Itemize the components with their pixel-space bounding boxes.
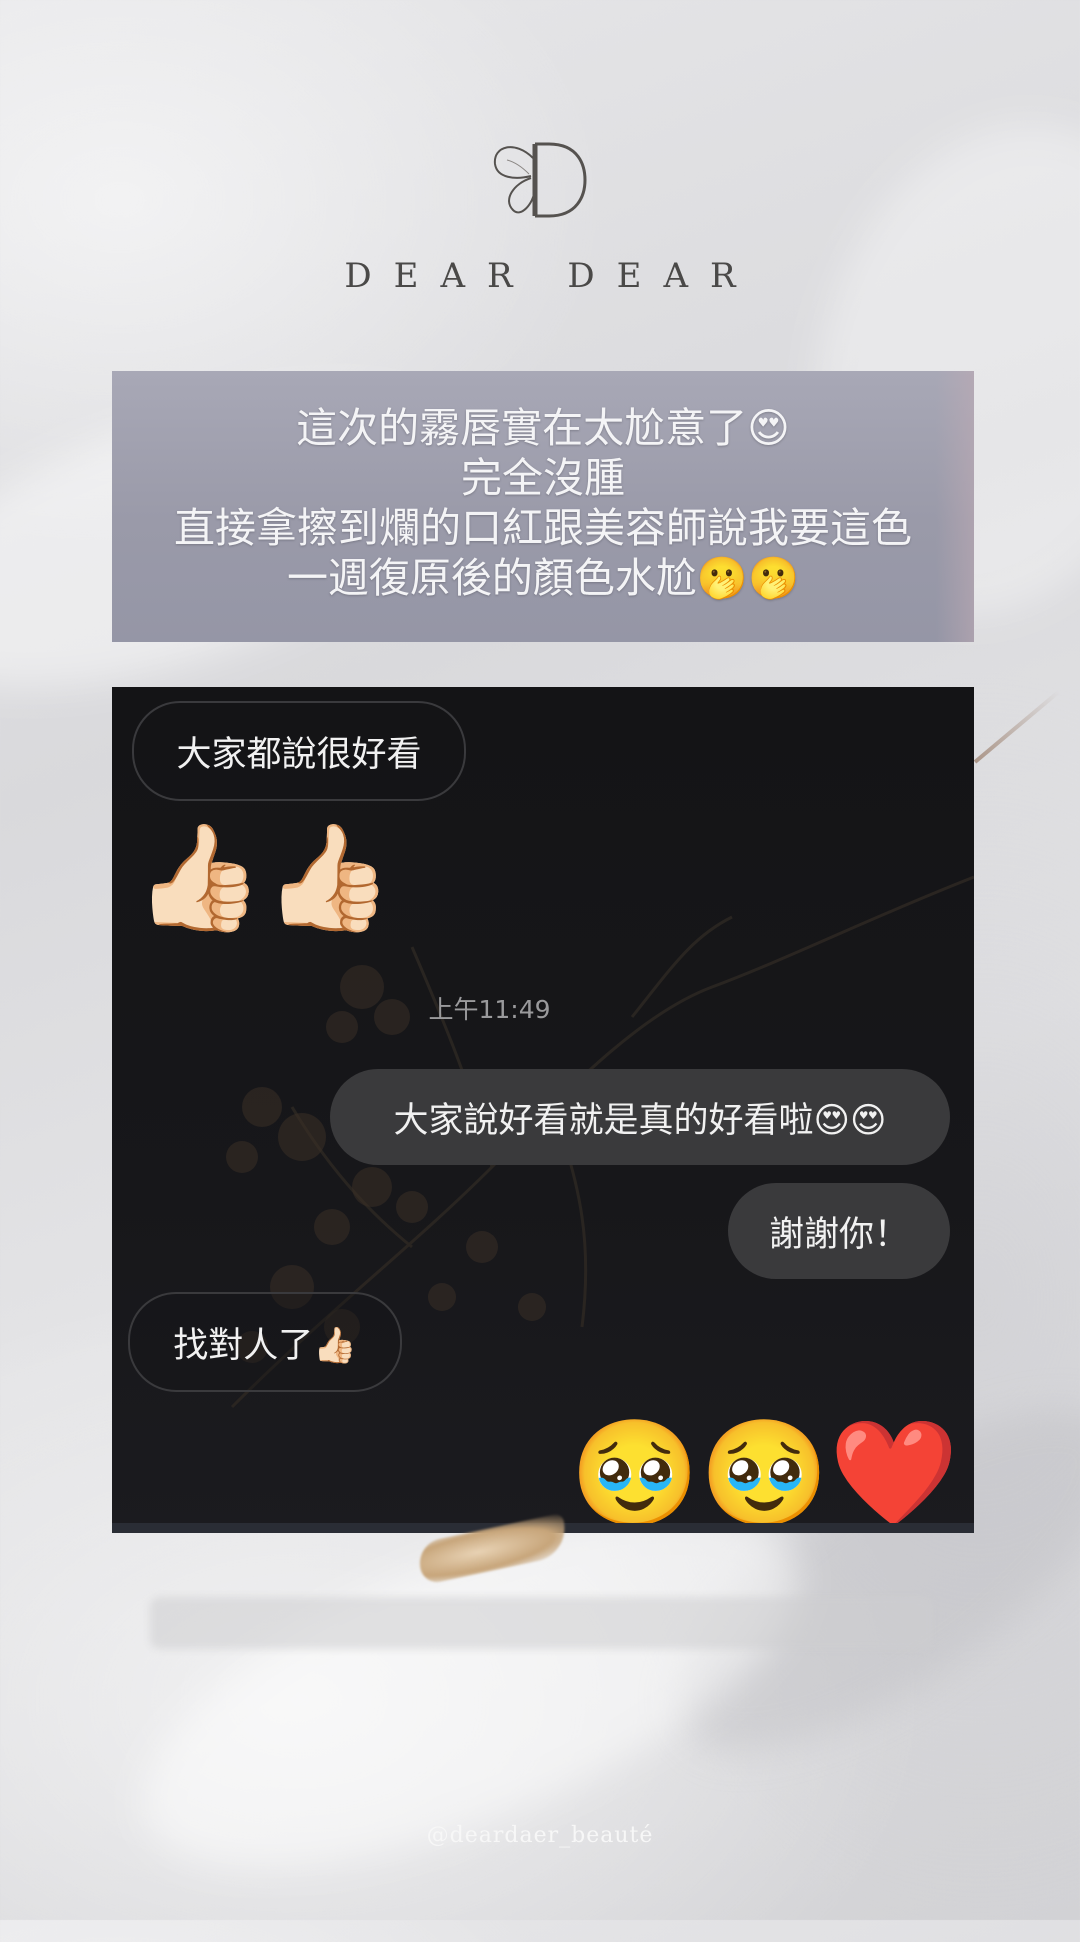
outgoing-message-bubble: 大家說好看就是真的好看啦😍😍 — [330, 1069, 950, 1165]
incoming-message-bubble: 大家都說很好看 — [132, 701, 466, 801]
quote-line: 完全沒腫 — [461, 454, 625, 502]
quote-line: 這次的霧唇實在太尬意了😍 — [296, 404, 790, 452]
butterfly-d-monogram-icon — [493, 142, 587, 218]
chat-screenshot: 大家都說很好看 👍🏻👍🏻 上午11:49 大家說好看就是真的好看啦😍😍 謝謝你！… — [112, 687, 974, 1533]
brand-header: DEAR DEAR — [0, 130, 1080, 296]
quote-line: 直接拿擦到爛的口紅跟美容師說我要這色 — [174, 504, 912, 552]
review-quote-text: 這次的霧唇實在太尬意了😍 完全沒腫 直接拿擦到爛的口紅跟美容師說我要這色 一週復… — [112, 403, 974, 603]
message-timestamp: 上午11:49 — [428, 995, 551, 1024]
blurred-caption-bar — [150, 1597, 932, 1649]
incoming-message-bubble: 找對人了👍🏻 — [128, 1292, 402, 1392]
pleading-face-heart-emoji-message: 🥹🥹❤️ — [570, 1412, 959, 1533]
quote-line: 一週復原後的顏色水尬🫢🫢 — [286, 554, 800, 602]
thumbs-up-emoji-message: 👍🏻👍🏻 — [134, 816, 393, 938]
dried-flower-stem — [973, 689, 1061, 764]
review-quote-screenshot: 這次的霧唇實在太尬意了😍 完全沒腫 直接拿擦到爛的口紅跟美容師說我要這色 一週復… — [112, 371, 974, 642]
instagram-handle: @deardaer_beauté — [426, 1823, 654, 1848]
brand-name: DEAR DEAR — [344, 256, 758, 296]
outgoing-message-bubble: 謝謝你！ — [728, 1183, 950, 1279]
